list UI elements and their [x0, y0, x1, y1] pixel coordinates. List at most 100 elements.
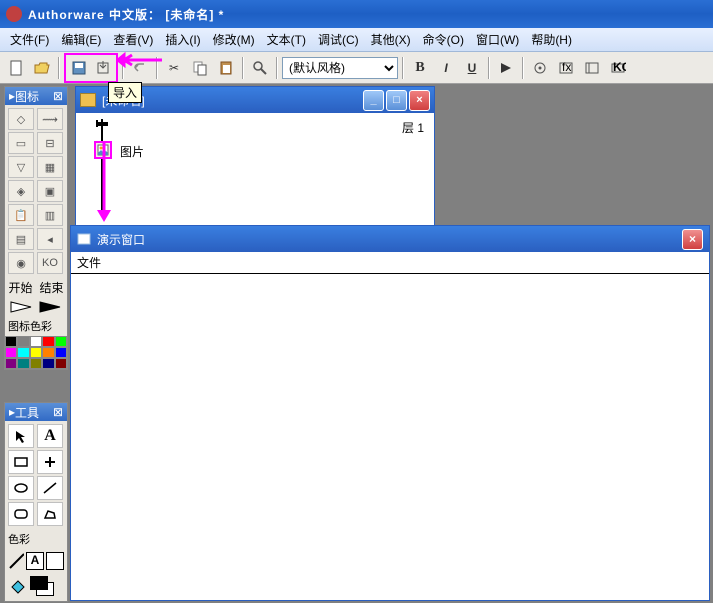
- text-tool[interactable]: A: [37, 424, 63, 448]
- icon-color-label: 图标色彩: [5, 316, 67, 336]
- pen-color-icon[interactable]: [8, 552, 24, 570]
- menu-window[interactable]: 窗口(W): [470, 29, 525, 50]
- save-all-button[interactable]: [67, 56, 91, 80]
- tooltip-import: 导入: [108, 82, 142, 103]
- flowline-area[interactable]: 图片 层 1: [76, 113, 434, 225]
- underline-button[interactable]: U: [460, 56, 484, 80]
- color-swatch[interactable]: [55, 336, 67, 347]
- menu-debug[interactable]: 调试(C): [312, 29, 365, 50]
- new-button[interactable]: [4, 56, 28, 80]
- color-swatch[interactable]: [30, 358, 42, 369]
- wait-icon[interactable]: ⊟: [37, 132, 63, 154]
- separator: [402, 57, 404, 79]
- start-flag-icon[interactable]: [9, 300, 35, 314]
- paste-button[interactable]: [214, 56, 238, 80]
- cut-button[interactable]: ✂: [162, 56, 186, 80]
- icon-color-palette: [5, 336, 67, 369]
- interaction-icon[interactable]: ▣: [37, 180, 63, 202]
- color-swatch[interactable]: [42, 358, 54, 369]
- color-swatch[interactable]: [55, 358, 67, 369]
- start-label: 开始: [8, 279, 32, 296]
- menu-edit[interactable]: 编辑(E): [55, 29, 107, 50]
- polygon-tool[interactable]: [37, 502, 63, 526]
- separator: [122, 57, 124, 79]
- open-button[interactable]: [30, 56, 54, 80]
- pointer-tool[interactable]: [8, 424, 34, 448]
- rounded-rect-tool[interactable]: [8, 502, 34, 526]
- digital-movie-icon[interactable]: ▤: [8, 228, 34, 250]
- minimize-button[interactable]: _: [363, 90, 384, 111]
- menu-command[interactable]: 命令(O): [417, 29, 470, 50]
- framework-icon[interactable]: ▦: [37, 156, 63, 178]
- ellipse-tool[interactable]: [8, 476, 34, 500]
- stop-flag-icon[interactable]: [38, 300, 64, 314]
- color-swatch[interactable]: [5, 347, 17, 358]
- functions-button[interactable]: fx: [554, 56, 578, 80]
- end-label: 结束: [39, 279, 63, 296]
- node-label[interactable]: 图片: [120, 143, 144, 160]
- knowledge-object-icon[interactable]: KO: [37, 252, 63, 274]
- svg-text:KO: KO: [613, 60, 626, 74]
- menu-text[interactable]: 文本(T): [261, 29, 312, 50]
- toolbar: ✂ (默认风格) B I U fx KO: [0, 52, 713, 84]
- line-tool[interactable]: [37, 450, 63, 474]
- text-color-icon[interactable]: A: [26, 552, 44, 570]
- fill-bg-icon[interactable]: [46, 552, 64, 570]
- rectangle-tool[interactable]: [8, 450, 34, 474]
- undo-button[interactable]: [128, 56, 152, 80]
- copy-button[interactable]: [188, 56, 212, 80]
- color-swatch[interactable]: [5, 358, 17, 369]
- close-button[interactable]: ×: [409, 90, 430, 111]
- color-swatch[interactable]: [17, 347, 29, 358]
- icons-panel-title[interactable]: ▸ 图标 ⊠: [5, 87, 67, 105]
- knowledge-button[interactable]: KO: [606, 56, 630, 80]
- control-panel-button[interactable]: [528, 56, 552, 80]
- bucket-icon[interactable]: [8, 577, 28, 597]
- navigate-icon[interactable]: ▽: [8, 156, 34, 178]
- color-swatch[interactable]: [30, 347, 42, 358]
- maximize-button[interactable]: □: [386, 90, 407, 111]
- find-button[interactable]: [248, 56, 272, 80]
- menu-insert[interactable]: 插入(I): [159, 29, 206, 50]
- presentation-titlebar[interactable]: 演示窗口 ×: [71, 226, 709, 252]
- fg-bg-color-icon[interactable]: [30, 576, 58, 598]
- menu-view[interactable]: 查看(V): [107, 29, 159, 50]
- color-swatch[interactable]: [42, 336, 54, 347]
- color-swatch[interactable]: [55, 347, 67, 358]
- display-icon[interactable]: ◇: [8, 108, 34, 130]
- bold-button[interactable]: B: [408, 56, 432, 80]
- color-swatch[interactable]: [42, 347, 54, 358]
- presentation-close-button[interactable]: ×: [682, 229, 703, 250]
- menu-other[interactable]: 其他(X): [365, 29, 417, 50]
- separator: [488, 57, 490, 79]
- tools-panel: ▸ 工具 ⊠ A 色彩 A: [4, 402, 68, 602]
- diagonal-line-tool[interactable]: [37, 476, 63, 500]
- calc-icon[interactable]: 📋: [8, 204, 34, 226]
- presentation-menu-file[interactable]: 文件: [77, 254, 101, 271]
- color-swatch[interactable]: [17, 358, 29, 369]
- motion-icon[interactable]: ⟿: [37, 108, 63, 130]
- tools-panel-title[interactable]: ▸ 工具 ⊠: [5, 403, 67, 421]
- color-swatch[interactable]: [17, 336, 29, 347]
- document-icon: [80, 93, 96, 107]
- display-icon-node[interactable]: [94, 141, 112, 159]
- italic-button[interactable]: I: [434, 56, 458, 80]
- presentation-canvas[interactable]: [71, 274, 709, 600]
- map-icon[interactable]: ▥: [37, 204, 63, 226]
- dvd-icon[interactable]: ◉: [8, 252, 34, 274]
- menu-help[interactable]: 帮助(H): [525, 29, 578, 50]
- sound-icon[interactable]: ◂: [37, 228, 63, 250]
- import-button[interactable]: [91, 56, 115, 80]
- menu-modify[interactable]: 修改(M): [207, 29, 261, 50]
- variables-button[interactable]: [580, 56, 604, 80]
- panel-close-icon[interactable]: ⊠: [53, 89, 63, 103]
- erase-icon[interactable]: ▭: [8, 132, 34, 154]
- run-button[interactable]: [494, 56, 518, 80]
- color-swatch[interactable]: [5, 336, 17, 347]
- flowline: [101, 119, 103, 215]
- color-swatch[interactable]: [30, 336, 42, 347]
- menu-file[interactable]: 文件(F): [4, 29, 55, 50]
- decision-icon[interactable]: ◈: [8, 180, 34, 202]
- style-select[interactable]: (默认风格): [282, 57, 398, 79]
- panel-close-icon[interactable]: ⊠: [53, 405, 63, 419]
